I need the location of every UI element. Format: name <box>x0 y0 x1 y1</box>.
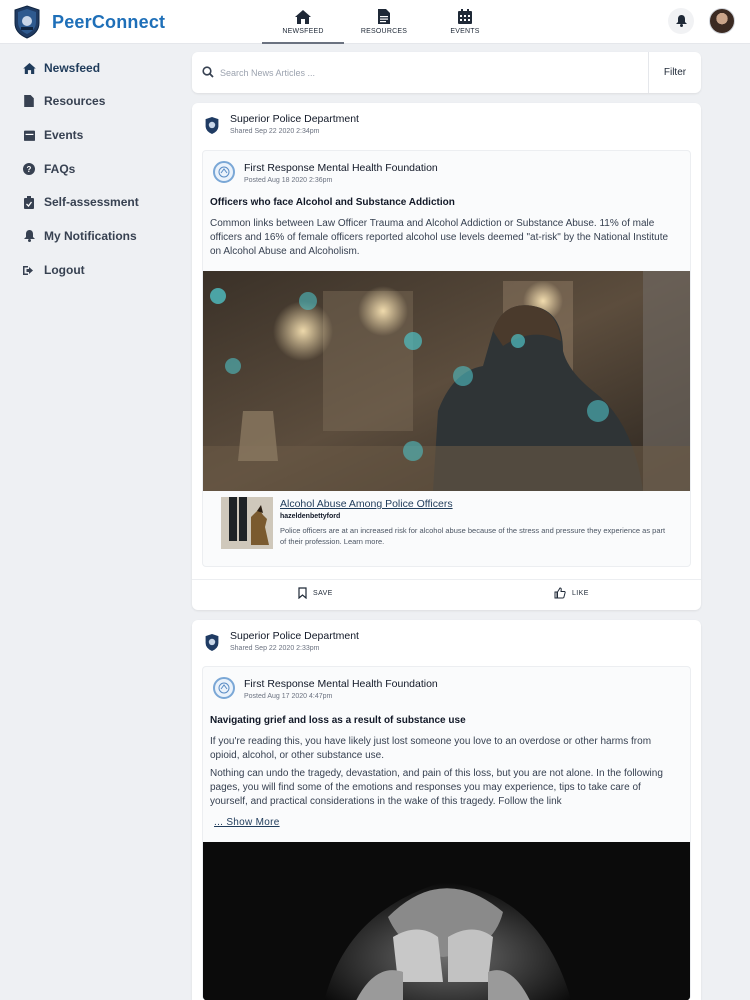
logout-icon <box>22 263 36 277</box>
tab-newsfeed[interactable]: NEWSFEED <box>262 0 344 44</box>
post-title: Officers who face Alcohol and Substance … <box>210 197 455 208</box>
search-bar: Filter <box>192 52 701 93</box>
post-body: Common links between Law Officer Trauma … <box>210 218 669 257</box>
calendar-icon <box>458 9 472 24</box>
sidebar-item-logout[interactable]: Logout <box>22 260 85 280</box>
post-title: Navigating grief and loss as a result of… <box>210 715 466 726</box>
post-card: Superior Police Department Shared Sep 22… <box>192 103 701 610</box>
top-bar: PeerConnect NEWSFEED RESOURCES EVENTS <box>0 0 750 44</box>
shared-date: Shared Sep 22 2020 2:33pm <box>230 645 320 652</box>
post-sharer: Superior Police Department Shared Sep 22… <box>204 113 359 135</box>
post-sharer: Superior Police Department Shared Sep 22… <box>204 630 359 652</box>
shared-date: Shared Sep 22 2020 2:34pm <box>230 128 320 135</box>
bell-icon <box>675 15 687 27</box>
tab-label: RESOURCES <box>360 28 408 35</box>
post-author: First Response Mental Health Foundation … <box>213 161 438 184</box>
home-icon <box>295 9 311 24</box>
sidebar-item-label: FAQs <box>44 162 76 176</box>
filter-button[interactable]: Filter <box>648 52 701 93</box>
thumbs-up-icon <box>554 587 566 599</box>
link-source: hazeldenbettyford <box>280 513 341 520</box>
foundation-logo <box>213 677 235 699</box>
clipboard-icon <box>22 195 36 209</box>
brand-name: PeerConnect <box>52 11 166 32</box>
sidebar-item-newsfeed[interactable]: Newsfeed <box>22 58 100 78</box>
document-icon <box>22 94 36 108</box>
sharer-name[interactable]: Superior Police Department <box>230 113 359 125</box>
search-input[interactable] <box>220 64 630 82</box>
tab-resources[interactable]: RESOURCES <box>344 0 424 44</box>
document-icon <box>378 9 390 24</box>
shared-post: First Response Mental Health Foundation … <box>202 666 691 1000</box>
sidebar-item-self-assessment[interactable]: Self-assessment <box>22 192 139 212</box>
sidebar-item-label: Newsfeed <box>44 61 101 75</box>
post-image[interactable] <box>203 271 690 491</box>
show-more-link[interactable]: ... Show More <box>214 817 280 828</box>
like-button[interactable]: LIKE <box>554 587 589 599</box>
author-name[interactable]: First Response Mental Health Foundation <box>244 162 438 174</box>
sidebar-item-label: Resources <box>44 94 106 108</box>
svg-text:?: ? <box>27 165 32 174</box>
police-badge-logo <box>14 5 40 39</box>
posted-date: Posted Aug 17 2020 4:47pm <box>244 693 333 700</box>
bell-icon <box>22 229 36 243</box>
notifications-button[interactable] <box>668 8 694 34</box>
sidebar-item-label: Logout <box>44 263 85 277</box>
post-image[interactable] <box>203 842 690 1000</box>
link-title[interactable]: Alcohol Abuse Among Police Officers <box>280 498 453 510</box>
post-author: First Response Mental Health Foundation … <box>213 677 438 700</box>
sidebar-item-label: Events <box>44 128 84 142</box>
home-icon <box>22 61 36 75</box>
post-body: Nothing can undo the tragedy, devastatio… <box>210 768 663 807</box>
link-thumbnail[interactable] <box>221 497 273 549</box>
like-label: LIKE <box>572 589 589 597</box>
sidebar-item-label: My Notifications <box>44 229 137 243</box>
sharer-name[interactable]: Superior Police Department <box>230 630 359 642</box>
police-badge-icon <box>205 116 219 135</box>
user-avatar[interactable] <box>709 8 735 34</box>
calendar-icon <box>22 128 36 142</box>
top-navigation: NEWSFEED RESOURCES EVENTS <box>262 0 506 44</box>
sidebar-item-resources[interactable]: Resources <box>22 91 105 111</box>
save-button[interactable]: SAVE <box>298 587 333 599</box>
link-preview[interactable]: Alcohol Abuse Among Police Officers haze… <box>221 497 681 553</box>
post-card: Superior Police Department Shared Sep 22… <box>192 620 701 1000</box>
tab-label: NEWSFEED <box>282 27 324 35</box>
posted-date: Posted Aug 18 2020 2:36pm <box>244 177 333 184</box>
question-circle-icon: ? <box>22 162 36 176</box>
sidebar-item-label: Self-assessment <box>44 195 139 209</box>
sidebar-item-faqs[interactable]: ? FAQs <box>22 159 75 179</box>
shared-post: First Response Mental Health Foundation … <box>202 150 691 567</box>
sidebar-item-events[interactable]: Events <box>22 125 83 145</box>
foundation-logo <box>213 161 235 183</box>
save-label: SAVE <box>313 589 333 597</box>
bookmark-icon <box>298 587 307 599</box>
post-actions: SAVE LIKE <box>192 579 701 610</box>
sidebar-item-notifications[interactable]: My Notifications <box>22 226 137 246</box>
police-badge-icon <box>205 633 219 652</box>
link-description: Police officers are at an increased risk… <box>280 526 666 546</box>
author-name[interactable]: First Response Mental Health Foundation <box>244 678 438 690</box>
sidebar: Newsfeed Resources Events ? FAQs Self-as… <box>0 44 180 1000</box>
tab-events[interactable]: EVENTS <box>424 0 506 44</box>
app-logo[interactable]: PeerConnect <box>12 4 165 40</box>
search-icon <box>202 66 214 78</box>
tab-label: EVENTS <box>450 28 480 35</box>
post-body: If you're reading this, you have likely … <box>210 736 652 761</box>
